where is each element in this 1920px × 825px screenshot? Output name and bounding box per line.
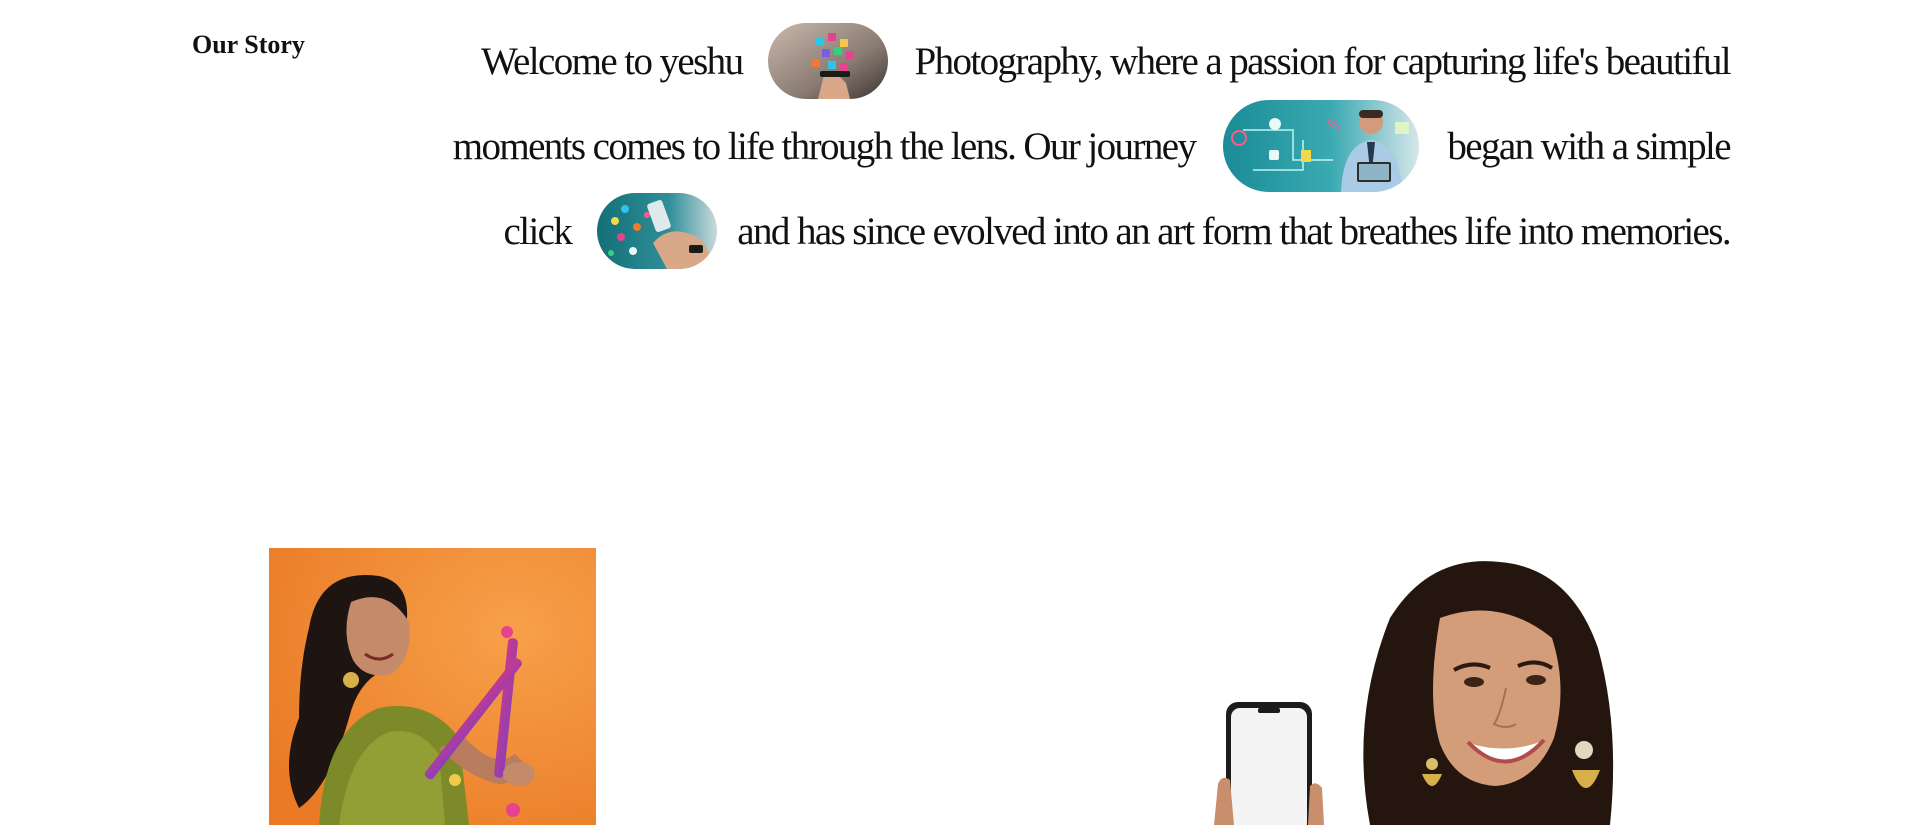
story-pill-image-hand-apps <box>768 23 889 99</box>
story-text-moments: moments comes to life through the lens. … <box>452 124 1197 168</box>
story-text-click: click <box>503 209 573 253</box>
photo-woman-holding-phone <box>1200 548 1670 825</box>
story-line-2: moments comes to life through the lens. … <box>440 100 1732 192</box>
story-paragraph: Welcome to yeshu Photography, where a pa… <box>440 22 1732 270</box>
story-text-evolved: and has since evolved into an art form t… <box>737 209 1731 253</box>
story-text-began: began with a simple <box>1447 124 1731 168</box>
story-pill-image-phone-icons <box>597 193 718 269</box>
svg-text:%: % <box>1327 118 1340 134</box>
photo-woman-dandiya-sticks <box>269 548 596 825</box>
story-line-3: click and has since evolved into an art … <box>440 192 1732 270</box>
story-text-photography: Photography, where a passion for capturi… <box>914 39 1731 83</box>
section-label-our-story: Our Story <box>192 30 305 59</box>
story-pill-image-businessman-tablet: % <box>1223 100 1420 192</box>
story-text-welcome: Welcome to yeshu <box>480 39 744 83</box>
story-line-1: Welcome to yeshu Photography, where a pa… <box>440 22 1732 100</box>
